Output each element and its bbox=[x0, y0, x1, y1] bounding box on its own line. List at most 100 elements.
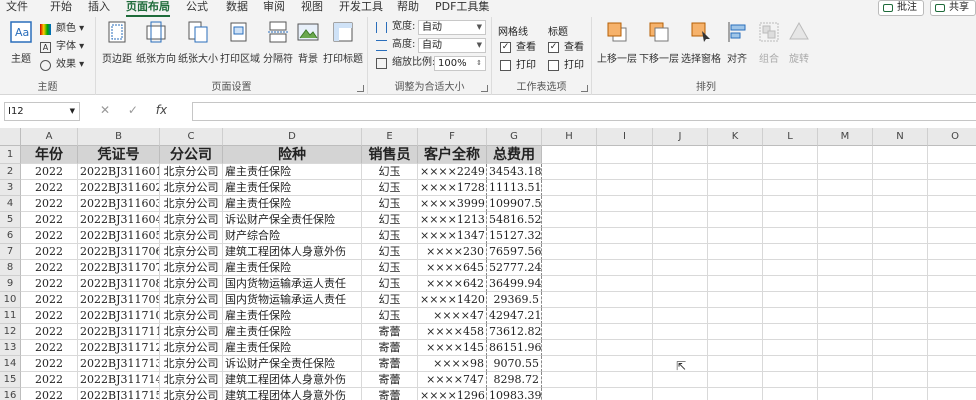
table-cell[interactable]: 诉讼财产保全责任保险 bbox=[223, 356, 362, 372]
empty-cell[interactable] bbox=[542, 180, 597, 196]
empty-cell[interactable] bbox=[708, 212, 763, 228]
table-cell[interactable]: 2022BJ311603 bbox=[78, 196, 160, 212]
table-cell[interactable]: 2022BJ311602 bbox=[78, 180, 160, 196]
table-cell[interactable]: 73612.82 bbox=[487, 324, 542, 340]
table-header-cell[interactable]: 分公司 bbox=[160, 146, 223, 164]
page-setup-launcher-icon[interactable] bbox=[357, 85, 364, 92]
empty-cell[interactable] bbox=[928, 372, 976, 388]
empty-cell[interactable] bbox=[653, 164, 708, 180]
empty-cell[interactable] bbox=[873, 228, 928, 244]
empty-cell[interactable] bbox=[873, 164, 928, 180]
empty-cell[interactable] bbox=[597, 180, 653, 196]
empty-cell[interactable] bbox=[708, 146, 763, 164]
table-cell[interactable]: 寄蕾 bbox=[362, 340, 418, 356]
table-cell[interactable]: 2022 bbox=[21, 196, 78, 212]
headings-view-checkbox[interactable]: ✓ 查看 bbox=[548, 41, 584, 55]
table-cell[interactable]: 财产综合险 bbox=[223, 228, 362, 244]
table-cell[interactable]: 北京分公司 bbox=[160, 212, 223, 228]
table-cell[interactable]: 2022 bbox=[21, 372, 78, 388]
table-header-cell[interactable]: 销售员 bbox=[362, 146, 418, 164]
empty-cell[interactable] bbox=[708, 292, 763, 308]
empty-cell[interactable] bbox=[928, 260, 976, 276]
size-button[interactable]: 纸张大小 bbox=[178, 21, 218, 65]
column-header-d[interactable]: D bbox=[223, 128, 362, 146]
table-cell[interactable]: 北京分公司 bbox=[160, 260, 223, 276]
empty-cell[interactable] bbox=[928, 324, 976, 340]
table-cell[interactable]: 11113.51 bbox=[487, 180, 542, 196]
row-header-6[interactable]: 6 bbox=[0, 228, 21, 244]
empty-cell[interactable] bbox=[763, 260, 818, 276]
empty-cell[interactable] bbox=[542, 146, 597, 164]
empty-cell[interactable] bbox=[542, 388, 597, 400]
empty-cell[interactable] bbox=[708, 372, 763, 388]
empty-cell[interactable] bbox=[653, 212, 708, 228]
empty-cell[interactable] bbox=[542, 164, 597, 180]
empty-cell[interactable] bbox=[873, 308, 928, 324]
theme-button[interactable]: Aa 主题 bbox=[6, 21, 36, 65]
empty-cell[interactable] bbox=[928, 228, 976, 244]
tab-home[interactable]: 开始 bbox=[50, 0, 72, 17]
table-header-cell[interactable]: 险种 bbox=[223, 146, 362, 164]
empty-cell[interactable] bbox=[653, 372, 708, 388]
effects-button[interactable]: 效果 ▾ bbox=[40, 57, 84, 73]
table-cell[interactable]: 幻玉 bbox=[362, 196, 418, 212]
empty-cell[interactable] bbox=[708, 196, 763, 212]
table-header-cell[interactable]: 凭证号 bbox=[78, 146, 160, 164]
empty-cell[interactable] bbox=[597, 244, 653, 260]
empty-cell[interactable] bbox=[818, 372, 873, 388]
empty-cell[interactable] bbox=[542, 372, 597, 388]
row-header-10[interactable]: 10 bbox=[0, 292, 21, 308]
empty-cell[interactable] bbox=[542, 212, 597, 228]
table-cell[interactable]: ××××1296 bbox=[418, 388, 487, 400]
empty-cell[interactable] bbox=[873, 212, 928, 228]
table-cell[interactable]: ××××1347 bbox=[418, 228, 487, 244]
table-cell[interactable]: 2022 bbox=[21, 260, 78, 276]
empty-cell[interactable] bbox=[763, 244, 818, 260]
tab-review[interactable]: 审阅 bbox=[263, 0, 285, 17]
empty-cell[interactable] bbox=[763, 146, 818, 164]
column-header-a[interactable]: A bbox=[21, 128, 78, 146]
empty-cell[interactable] bbox=[928, 276, 976, 292]
empty-cell[interactable] bbox=[763, 340, 818, 356]
rotate-button[interactable]: 旋转 bbox=[786, 21, 812, 65]
row-header-13[interactable]: 13 bbox=[0, 340, 21, 356]
empty-cell[interactable] bbox=[653, 196, 708, 212]
table-cell[interactable]: 寄蕾 bbox=[362, 388, 418, 400]
tab-file[interactable]: 文件 bbox=[6, 0, 28, 17]
column-header-n[interactable]: N bbox=[873, 128, 928, 146]
table-cell[interactable]: 2022 bbox=[21, 244, 78, 260]
empty-cell[interactable] bbox=[873, 324, 928, 340]
table-cell[interactable]: 2022 bbox=[21, 164, 78, 180]
tab-help[interactable]: 帮助 bbox=[397, 0, 419, 17]
empty-cell[interactable] bbox=[708, 388, 763, 400]
table-cell[interactable]: 29369.5 bbox=[487, 292, 542, 308]
empty-cell[interactable] bbox=[818, 212, 873, 228]
table-cell[interactable]: 幻玉 bbox=[362, 308, 418, 324]
table-cell[interactable]: 雇主责任保险 bbox=[223, 308, 362, 324]
select-all-corner[interactable] bbox=[0, 128, 21, 146]
empty-cell[interactable] bbox=[763, 276, 818, 292]
empty-cell[interactable] bbox=[873, 244, 928, 260]
table-cell[interactable]: 幻玉 bbox=[362, 292, 418, 308]
empty-cell[interactable] bbox=[708, 244, 763, 260]
table-cell[interactable]: 幻玉 bbox=[362, 260, 418, 276]
table-cell[interactable]: ××××3999 bbox=[418, 196, 487, 212]
empty-cell[interactable] bbox=[542, 308, 597, 324]
table-cell[interactable]: 北京分公司 bbox=[160, 180, 223, 196]
table-cell[interactable]: 2022BJ311712 bbox=[78, 340, 160, 356]
gridlines-view-checkbox[interactable]: ✓ 查看 bbox=[500, 41, 536, 55]
empty-cell[interactable] bbox=[653, 308, 708, 324]
empty-cell[interactable] bbox=[928, 340, 976, 356]
table-cell[interactable]: 雇主责任保险 bbox=[223, 340, 362, 356]
row-header-4[interactable]: 4 bbox=[0, 196, 21, 212]
table-cell[interactable]: 北京分公司 bbox=[160, 292, 223, 308]
empty-cell[interactable] bbox=[873, 356, 928, 372]
print-titles-button[interactable]: 打印标题 bbox=[322, 21, 364, 65]
table-cell[interactable]: 建筑工程团体人身意外伤 bbox=[223, 244, 362, 260]
empty-cell[interactable] bbox=[708, 324, 763, 340]
empty-cell[interactable] bbox=[597, 260, 653, 276]
empty-cell[interactable] bbox=[708, 228, 763, 244]
table-cell[interactable]: 北京分公司 bbox=[160, 308, 223, 324]
table-cell[interactable]: ××××230 bbox=[418, 244, 487, 260]
empty-cell[interactable] bbox=[597, 356, 653, 372]
